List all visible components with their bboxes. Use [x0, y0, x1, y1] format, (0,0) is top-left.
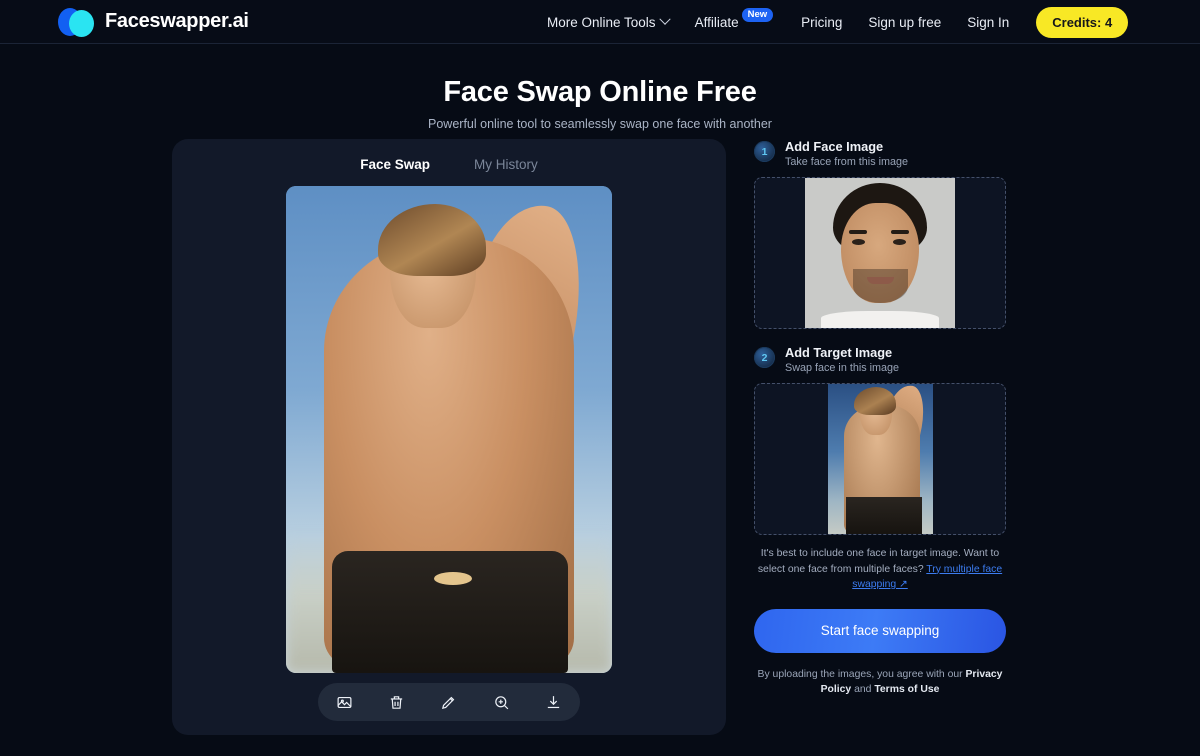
start-face-swapping-button[interactable]: Start face swapping: [754, 608, 1006, 653]
image-toolbar: [318, 683, 580, 721]
face-swap-card: Face Swap My History: [172, 139, 726, 735]
page-title: Face Swap Online Free: [443, 76, 757, 108]
target-image-thumbnail: [827, 384, 933, 534]
nav-item-more-online-tools[interactable]: More Online Tools: [534, 0, 682, 44]
terms-of-use-link[interactable]: Terms of Use: [874, 684, 939, 695]
nav-item-affiliate[interactable]: Affiliate New: [682, 0, 789, 44]
legal-prefix: By uploading the images, you agree with …: [757, 668, 966, 680]
new-badge: New: [741, 7, 774, 23]
step-1-header: 1 Add Face Image Take face from this ima…: [754, 139, 1006, 168]
tab-face-swap[interactable]: Face Swap: [360, 157, 430, 172]
face-image-thumbnail: [805, 178, 955, 328]
result-image-preview[interactable]: [286, 186, 612, 673]
preview-drawstring: [434, 572, 472, 585]
step-2-subtitle: Swap face in this image: [785, 362, 900, 374]
multiple-faces-hint: It's best to include one face in target …: [754, 546, 1006, 593]
download-icon[interactable]: [539, 687, 569, 717]
nav-label: Pricing: [801, 14, 843, 30]
step-1-subtitle: Take face from this image: [785, 156, 909, 168]
card-tabs: Face Swap My History: [172, 139, 726, 172]
pencil-icon[interactable]: [434, 687, 464, 717]
nav-item-pricing[interactable]: Pricing: [788, 0, 855, 44]
faceswapper-logo-icon: [58, 7, 96, 37]
face-image-dropzone[interactable]: [754, 177, 1006, 329]
chevron-down-icon: [658, 13, 671, 25]
step-2-number: 2: [754, 347, 775, 368]
nav-label: More Online Tools: [547, 14, 656, 30]
credits-pill[interactable]: Credits: 4: [1036, 6, 1129, 38]
controls-panel: 1 Add Face Image Take face from this ima…: [754, 139, 1006, 698]
page-subtitle: Powerful online tool to seamlessly swap …: [428, 117, 772, 131]
step-2-title: Add Target Image: [785, 345, 893, 360]
nav-item-sign-up-free[interactable]: Sign up free: [855, 0, 954, 44]
step-2-header: 2 Add Target Image Swap face in this ima…: [754, 345, 1006, 374]
preview-shorts: [332, 551, 568, 673]
legal-disclaimer: By uploading the images, you agree with …: [754, 667, 1006, 698]
top-header: Faceswapper.ai More Online Tools Affilia…: [0, 0, 1200, 44]
brand-name: Faceswapper.ai: [105, 10, 249, 32]
target-image-dropzone[interactable]: [754, 383, 1006, 535]
main-nav: More Online Tools Affiliate New Pricing …: [534, 0, 1129, 44]
image-icon[interactable]: [329, 687, 359, 717]
hero-section: Face Swap Online Free Powerful online to…: [0, 44, 1200, 131]
nav-item-sign-in[interactable]: Sign In: [954, 0, 1022, 44]
nav-label: Sign In: [967, 14, 1010, 30]
step-1-title: Add Face Image: [785, 139, 884, 154]
tab-my-history[interactable]: My History: [474, 157, 538, 172]
step-1-number: 1: [754, 141, 775, 162]
zoom-in-icon[interactable]: [486, 687, 516, 717]
trash-icon[interactable]: [382, 687, 412, 717]
brand-logo[interactable]: Faceswapper.ai: [58, 7, 249, 37]
workspace: Face Swap My History 1 Add Face Image Ta…: [0, 131, 1200, 735]
nav-label: Affiliate: [694, 14, 739, 30]
legal-middle: and: [851, 684, 875, 696]
nav-label: Sign up free: [868, 14, 942, 30]
